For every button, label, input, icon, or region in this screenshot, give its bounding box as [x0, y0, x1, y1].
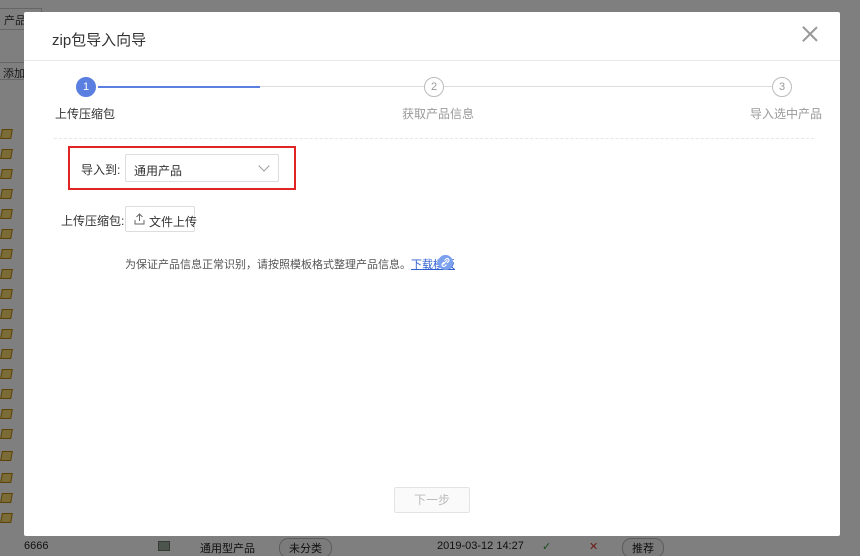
upload-icon: [134, 213, 145, 225]
import-wizard-dialog: zip包导入向导 1 2 3 上传压缩包 获取产品信息 导入选中产品 导入到: …: [24, 12, 840, 536]
file-upload-button[interactable]: 文件上传: [125, 206, 198, 232]
next-step-button[interactable]: 下一步: [394, 487, 470, 513]
dialog-title: zip包导入向导: [52, 32, 147, 49]
import-to-select[interactable]: 通用产品: [125, 154, 279, 182]
step-line-1: [260, 86, 424, 87]
chevron-down-icon: [258, 160, 270, 172]
step-3-label: 导入选中产品: [750, 107, 823, 121]
step-progress-line: [98, 86, 260, 88]
import-to-label: 导入到:: [81, 163, 121, 177]
step-1-label: 上传压缩包: [55, 107, 116, 121]
header-divider: [24, 60, 840, 61]
content-divider: [54, 138, 814, 139]
import-to-value: 通用产品: [134, 164, 183, 178]
close-icon[interactable]: [802, 26, 818, 42]
step-1-circle: 1: [76, 77, 96, 97]
upload-label: 上传压缩包:: [61, 214, 125, 228]
step-3-circle: 3: [772, 77, 792, 97]
step-2-circle: 2: [424, 77, 444, 97]
step-2-label: 获取产品信息: [402, 107, 475, 121]
step-line-2: [444, 86, 772, 87]
template-hint: 为保证产品信息正常识别，请按照模板格式整理产品信息。下载模板: [125, 256, 455, 272]
link-icon[interactable]: [438, 255, 453, 270]
hint-text: 为保证产品信息正常识别，请按照模板格式整理产品信息。: [125, 259, 411, 271]
wizard-steps: 1 2 3 上传压缩包 获取产品信息 导入选中产品: [24, 76, 840, 126]
upload-button-label: 文件上传: [149, 215, 198, 229]
